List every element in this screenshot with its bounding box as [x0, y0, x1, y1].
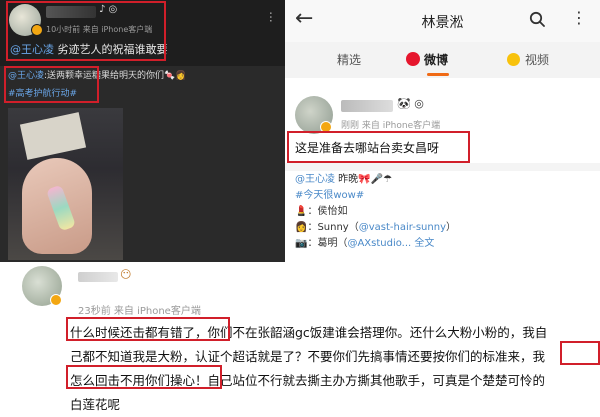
repost-line-1: @王心凌 昨晚🎀🎤☂	[295, 172, 392, 188]
profile-title: 林景淞	[421, 15, 464, 31]
repost-mention-link[interactable]: @王心凌	[295, 174, 335, 185]
repost-line-5-prefix: 📷：葛明（	[295, 238, 348, 249]
active-tab-indicator	[427, 73, 449, 76]
tab-featured[interactable]: 精选	[337, 51, 361, 68]
repost-line-5: 📷：葛明（@AXstudio... 全文	[295, 236, 434, 252]
repost-line-5-mention[interactable]: @AXstudio...	[347, 238, 411, 249]
comment-line-4: 白莲花呢	[70, 397, 121, 412]
repost-line-4-prefix: 👩：Sunny（	[295, 222, 359, 233]
repost-line-4-mention[interactable]: @vast-hair-sunny	[359, 222, 446, 233]
highlight-box	[6, 1, 166, 61]
repost-divider	[285, 163, 600, 171]
more-options-icon[interactable]: ⋮	[571, 8, 587, 28]
comment-line-2: 己都不知道我是大粉，认证个超话就是了？不要你们先搞事情还要按你们的标准来，我	[70, 349, 546, 364]
repost-line-1-rest: 昨晚🎀🎤☂	[335, 174, 393, 185]
candy-hand-photo[interactable]	[8, 108, 123, 260]
right-username-icons: 🐼 ◎	[397, 97, 424, 110]
highlight-box	[66, 317, 230, 341]
highlight-box	[4, 66, 99, 103]
tab-video[interactable]: 视频	[525, 51, 549, 68]
weibo-logo-icon	[406, 52, 420, 66]
comment-screenshot: 😶 23秒前 来自 iPhone客户端 什么时候还击都有错了，你们不在张韶涵gc…	[0, 262, 600, 417]
comment-username-icon: 😶	[120, 268, 132, 281]
video-tab-icon	[507, 53, 520, 66]
repost-line-4-suffix: ）	[446, 222, 456, 233]
repost-line-3: 💄：侯怡如	[295, 206, 348, 217]
more-options-icon[interactable]: ···	[264, 11, 278, 22]
full-text-link[interactable]: 全文	[411, 238, 434, 249]
right-username-redacted	[341, 100, 393, 112]
tab-weibo[interactable]: 微博	[424, 51, 448, 68]
verified-badge-icon	[50, 294, 62, 306]
highlight-box	[66, 365, 222, 389]
repost-line-4: 👩：Sunny（@vast-hair-sunny）	[295, 220, 456, 236]
right-post-meta: 刚刚 来自 iPhone客户端	[341, 121, 441, 131]
left-weibo-screenshot: ♪ ◎ 10小时前 来自 iPhone客户端 ··· @王心凌 劣迹艺人的祝福谁…	[0, 0, 285, 262]
photo-box-shape	[19, 112, 87, 160]
repost-hashtag-link[interactable]: #今天很wow#	[295, 188, 364, 204]
comment-username-redacted	[78, 272, 118, 282]
comment-meta: 23秒前 来自 iPhone客户端	[78, 306, 201, 317]
right-weibo-screenshot: ← 林景淞 ⋮ 精选 微博 视频 🐼 ◎ 刚刚 来自 iPhone客户端 这是准…	[285, 0, 600, 262]
highlight-box	[287, 131, 470, 163]
search-icon[interactable]	[529, 11, 545, 27]
highlight-box	[560, 341, 600, 365]
